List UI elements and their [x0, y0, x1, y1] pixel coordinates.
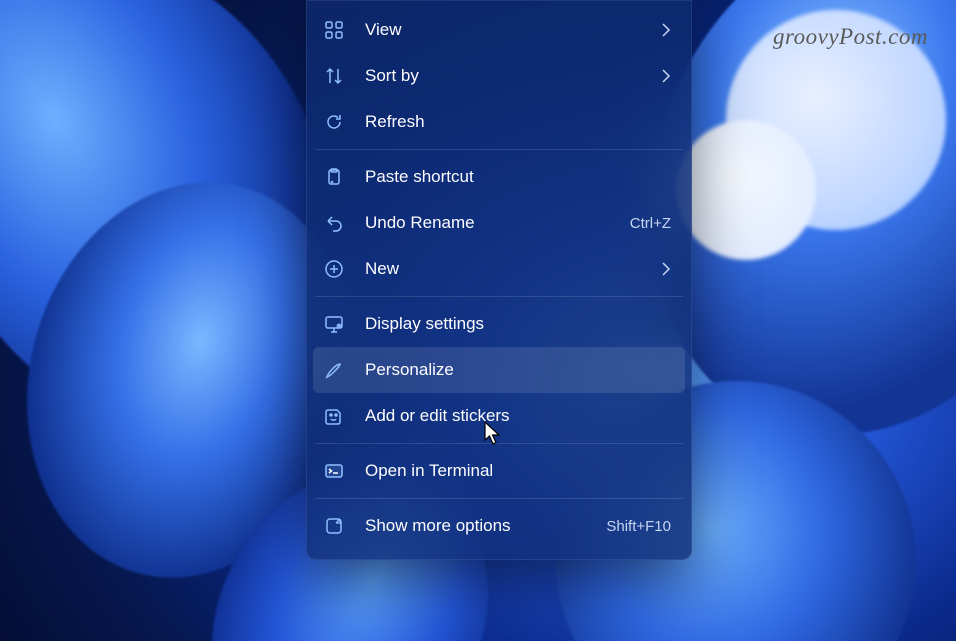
- menu-label: Add or edit stickers: [365, 406, 671, 426]
- display-settings-icon: [323, 313, 345, 335]
- menu-item-sort-by[interactable]: Sort by: [313, 53, 685, 99]
- menu-separator: [315, 443, 683, 444]
- chevron-right-icon: [661, 69, 671, 83]
- menu-label: Show more options: [365, 516, 606, 536]
- menu-label: View: [365, 20, 651, 40]
- personalize-icon: [323, 359, 345, 381]
- menu-item-refresh[interactable]: Refresh: [313, 99, 685, 145]
- menu-label: Refresh: [365, 112, 671, 132]
- menu-label: Sort by: [365, 66, 651, 86]
- menu-label: Open in Terminal: [365, 461, 671, 481]
- terminal-icon: [323, 460, 345, 482]
- chevron-right-icon: [661, 262, 671, 276]
- paste-shortcut-icon: [323, 166, 345, 188]
- menu-item-terminal[interactable]: Open in Terminal: [313, 448, 685, 494]
- menu-item-personalize[interactable]: Personalize: [313, 347, 685, 393]
- menu-item-new[interactable]: New: [313, 246, 685, 292]
- watermark-text: groovyPost.com: [773, 24, 928, 50]
- menu-item-paste-shortcut[interactable]: Paste shortcut: [313, 154, 685, 200]
- new-icon: [323, 258, 345, 280]
- undo-icon: [323, 212, 345, 234]
- view-icon: [323, 19, 345, 41]
- menu-label: New: [365, 259, 651, 279]
- menu-label: Personalize: [365, 360, 671, 380]
- sort-icon: [323, 65, 345, 87]
- menu-shortcut: Ctrl+Z: [630, 215, 671, 232]
- menu-label: Display settings: [365, 314, 671, 334]
- chevron-right-icon: [661, 23, 671, 37]
- menu-shortcut: Shift+F10: [606, 518, 671, 535]
- menu-item-undo-rename[interactable]: Undo Rename Ctrl+Z: [313, 200, 685, 246]
- menu-separator: [315, 296, 683, 297]
- menu-item-display-settings[interactable]: Display settings: [313, 301, 685, 347]
- menu-item-view[interactable]: View: [313, 7, 685, 53]
- refresh-icon: [323, 111, 345, 133]
- desktop-context-menu: View Sort by Refresh: [306, 0, 692, 560]
- menu-item-stickers[interactable]: Add or edit stickers: [313, 393, 685, 439]
- more-options-icon: [323, 515, 345, 537]
- menu-separator: [315, 149, 683, 150]
- menu-label: Paste shortcut: [365, 167, 671, 187]
- menu-item-show-more-options[interactable]: Show more options Shift+F10: [313, 503, 685, 549]
- menu-label: Undo Rename: [365, 213, 630, 233]
- menu-separator: [315, 498, 683, 499]
- stickers-icon: [323, 405, 345, 427]
